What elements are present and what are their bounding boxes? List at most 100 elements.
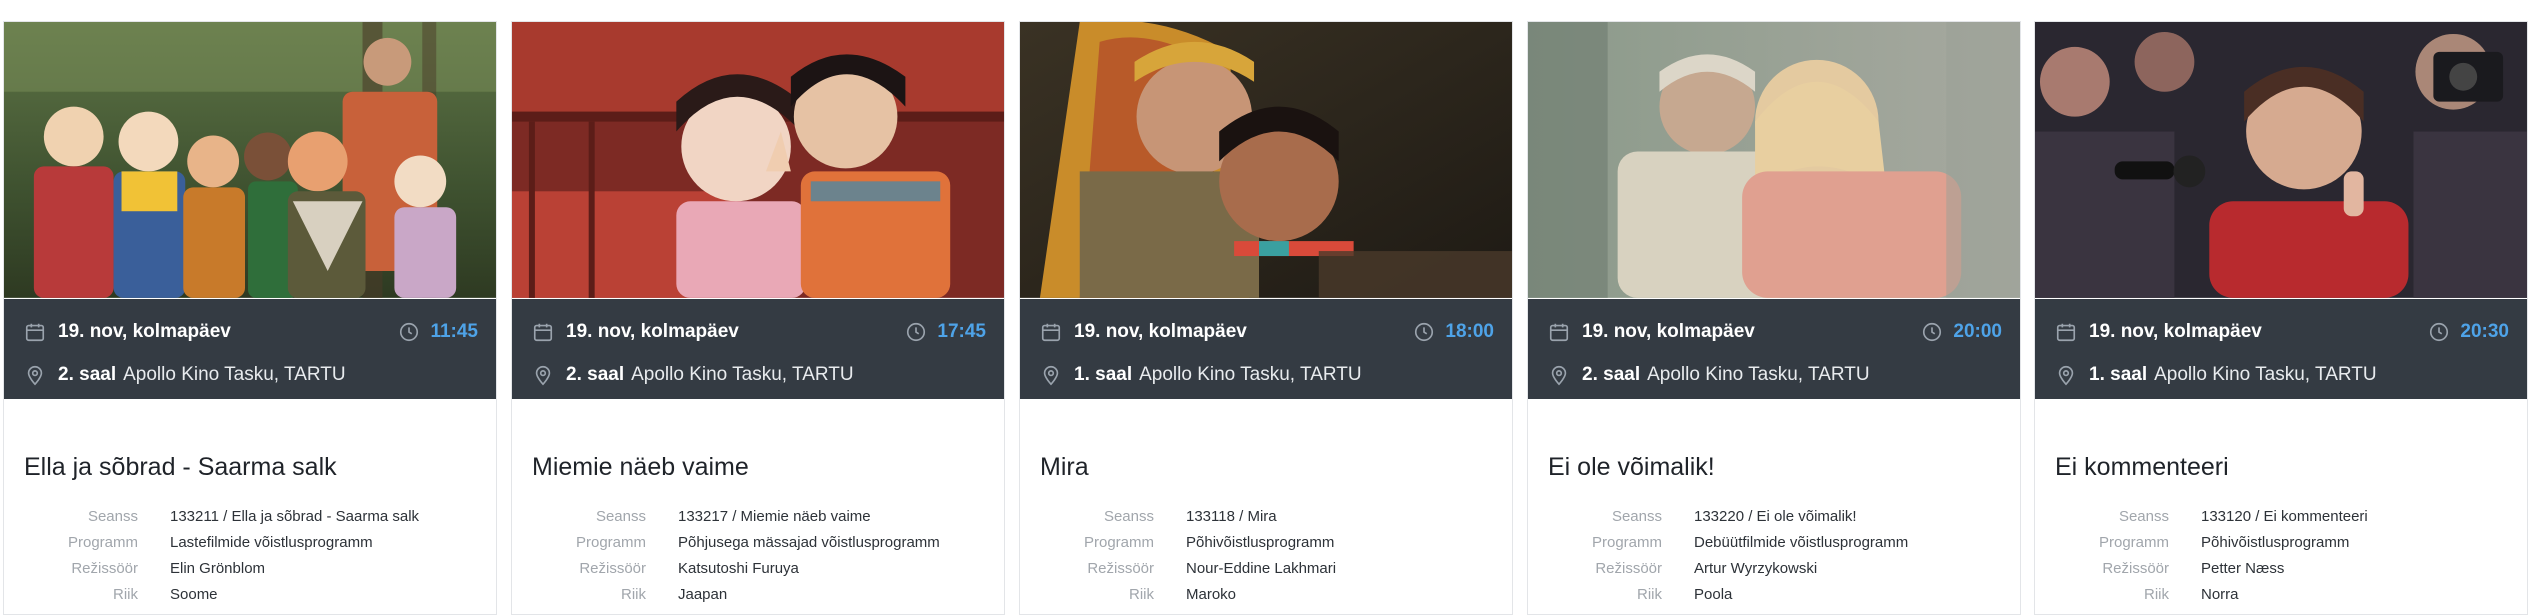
screening-time: 17:45 — [937, 321, 986, 342]
screening-info-bar: 19. nov, kolmapäev 20:00 2. saal Apollo … — [1528, 299, 2020, 399]
country-value: Poola — [1694, 585, 1733, 603]
calendar-icon — [1548, 321, 1570, 343]
program-label: Programm — [2098, 533, 2169, 551]
session-value: 133220 / Ei ole võimalik! — [1694, 507, 1857, 525]
director-value: Katsutoshi Furuya — [678, 559, 799, 577]
country-value: Norra — [2201, 585, 2239, 603]
clock-icon — [398, 321, 420, 343]
time-group: 18:00 — [1413, 321, 1494, 343]
program-label: Programm — [1591, 533, 1662, 551]
location-row: 2. saal Apollo Kino Tasku, TARTU — [1548, 360, 2002, 390]
film-details: Seanss 133217 / Miemie näeb vaime Progra… — [532, 503, 992, 607]
session-label: Seanss — [1103, 507, 1154, 525]
screening-time: 20:00 — [1953, 321, 2002, 342]
calendar-icon — [2055, 321, 2077, 343]
country-value: Soome — [170, 585, 218, 603]
program-value: Põhivõistlusprogramm — [1186, 533, 1335, 551]
venue-label: Apollo Kino Tasku, TARTU — [631, 364, 854, 385]
country-label: Riik — [2144, 585, 2169, 603]
film-details: Seanss 133120 / Ei kommenteeri Programm … — [2055, 503, 2515, 607]
film-title[interactable]: Ei kommenteeri — [2055, 453, 2229, 482]
location-row: 1. saal Apollo Kino Tasku, TARTU — [1040, 360, 1494, 390]
film-still-image[interactable] — [1020, 22, 1512, 299]
country-label: Riik — [1637, 585, 1662, 603]
screening-date: 19. nov, kolmapäev — [2089, 321, 2262, 342]
location-pin-icon — [1548, 364, 1570, 386]
film-still-image[interactable] — [1528, 22, 2020, 299]
detail-program: Programm Põhivõistlusprogramm — [2055, 529, 2515, 555]
hall-label: 1. saal — [1074, 364, 1133, 385]
director-label: Režissöör — [1595, 559, 1662, 577]
location-row: 1. saal Apollo Kino Tasku, TARTU — [2055, 360, 2509, 390]
film-still-image[interactable] — [4, 22, 496, 299]
clock-icon — [1921, 321, 1943, 343]
session-value: 133120 / Ei kommenteeri — [2201, 507, 2368, 525]
film-title[interactable]: Ei ole võimalik! — [1548, 453, 1715, 482]
venue-label: Apollo Kino Tasku, TARTU — [1647, 364, 1870, 385]
film-still-image[interactable] — [512, 22, 1004, 299]
film-title[interactable]: Miemie näeb vaime — [532, 453, 749, 482]
director-label: Režissöör — [71, 559, 138, 577]
screening-date: 19. nov, kolmapäev — [58, 321, 231, 342]
session-label: Seanss — [1611, 507, 1662, 525]
detail-session: Seanss 133211 / Ella ja sõbrad - Saarma … — [24, 503, 484, 529]
location-pin-icon — [2055, 364, 2077, 386]
calendar-icon — [1040, 321, 1062, 343]
session-label: Seanss — [595, 507, 646, 525]
program-value: Lastefilmide võistlusprogramm — [170, 533, 373, 551]
screening-date: 19. nov, kolmapäev — [566, 321, 739, 342]
detail-director: Režissöör Katsutoshi Furuya — [532, 555, 992, 581]
program-value: Põhjusega mässajad võistlusprogramm — [678, 533, 940, 551]
time-group: 20:30 — [2428, 321, 2509, 343]
detail-session: Seanss 133120 / Ei kommenteeri — [2055, 503, 2515, 529]
hall-label: 2. saal — [566, 364, 625, 385]
film-details: Seanss 133211 / Ella ja sõbrad - Saarma … — [24, 503, 484, 607]
session-value: 133211 / Ella ja sõbrad - Saarma salk — [170, 507, 420, 525]
detail-program: Programm Lastefilmide võistlusprogramm — [24, 529, 484, 555]
detail-country: Riik Jaapan — [532, 581, 992, 607]
director-value: Nour-Eddine Lakhmari — [1186, 559, 1337, 577]
date-row: 19. nov, kolmapäev 20:00 — [1548, 317, 2002, 347]
screening-date: 19. nov, kolmapäev — [1074, 321, 1247, 342]
date-row: 19. nov, kolmapäev 11:45 — [24, 317, 478, 347]
calendar-icon — [24, 321, 46, 343]
screening-card[interactable]: 19. nov, kolmapäev 20:00 2. saal Apollo … — [1527, 21, 2021, 615]
detail-session: Seanss 133217 / Miemie näeb vaime — [532, 503, 992, 529]
time-group: 11:45 — [398, 321, 478, 343]
screening-card[interactable]: 19. nov, kolmapäev 18:00 1. saal Apollo … — [1019, 21, 1513, 615]
program-value: Debüütfilmide võistlusprogramm — [1694, 533, 1909, 551]
screening-cards-row: 19. nov, kolmapäev 11:45 2. saal Apollo … — [0, 0, 2530, 616]
clock-icon — [2428, 321, 2450, 343]
screening-time: 11:45 — [430, 321, 478, 342]
director-value: Petter Næss — [2201, 559, 2285, 577]
session-value: 133217 / Miemie näeb vaime — [678, 507, 871, 525]
clock-icon — [1413, 321, 1435, 343]
detail-director: Režissöör Artur Wyrzykowski — [1548, 555, 2008, 581]
time-group: 20:00 — [1921, 321, 2002, 343]
screening-card[interactable]: 19. nov, kolmapäev 17:45 2. saal Apollo … — [511, 21, 1005, 615]
date-row: 19. nov, kolmapäev 17:45 — [532, 317, 986, 347]
session-label: Seanss — [87, 507, 138, 525]
film-title[interactable]: Mira — [1040, 453, 1089, 482]
film-title[interactable]: Ella ja sõbrad - Saarma salk — [24, 453, 337, 482]
director-value: Elin Grönblom — [170, 559, 266, 577]
location-row: 2. saal Apollo Kino Tasku, TARTU — [532, 360, 986, 390]
screening-info-bar: 19. nov, kolmapäev 17:45 2. saal Apollo … — [512, 299, 1004, 399]
venue-label: Apollo Kino Tasku, TARTU — [123, 364, 346, 385]
venue-label: Apollo Kino Tasku, TARTU — [1139, 364, 1362, 385]
hall-label: 2. saal — [58, 364, 117, 385]
director-label: Režissöör — [579, 559, 646, 577]
film-details: Seanss 133220 / Ei ole võimalik! Program… — [1548, 503, 2008, 607]
director-label: Režissöör — [2102, 559, 2169, 577]
calendar-icon — [532, 321, 554, 343]
detail-session: Seanss 133118 / Mira — [1040, 503, 1500, 529]
screening-card[interactable]: 19. nov, kolmapäev 20:30 1. saal Apollo … — [2034, 21, 2528, 615]
date-row: 19. nov, kolmapäev 18:00 — [1040, 317, 1494, 347]
screening-card[interactable]: 19. nov, kolmapäev 11:45 2. saal Apollo … — [3, 21, 497, 615]
film-still-image[interactable] — [2035, 22, 2527, 299]
time-group: 17:45 — [905, 321, 986, 343]
session-value: 133118 / Mira — [1186, 507, 1277, 525]
country-label: Riik — [1129, 585, 1154, 603]
detail-program: Programm Debüütfilmide võistlusprogramm — [1548, 529, 2008, 555]
director-value: Artur Wyrzykowski — [1694, 559, 1818, 577]
